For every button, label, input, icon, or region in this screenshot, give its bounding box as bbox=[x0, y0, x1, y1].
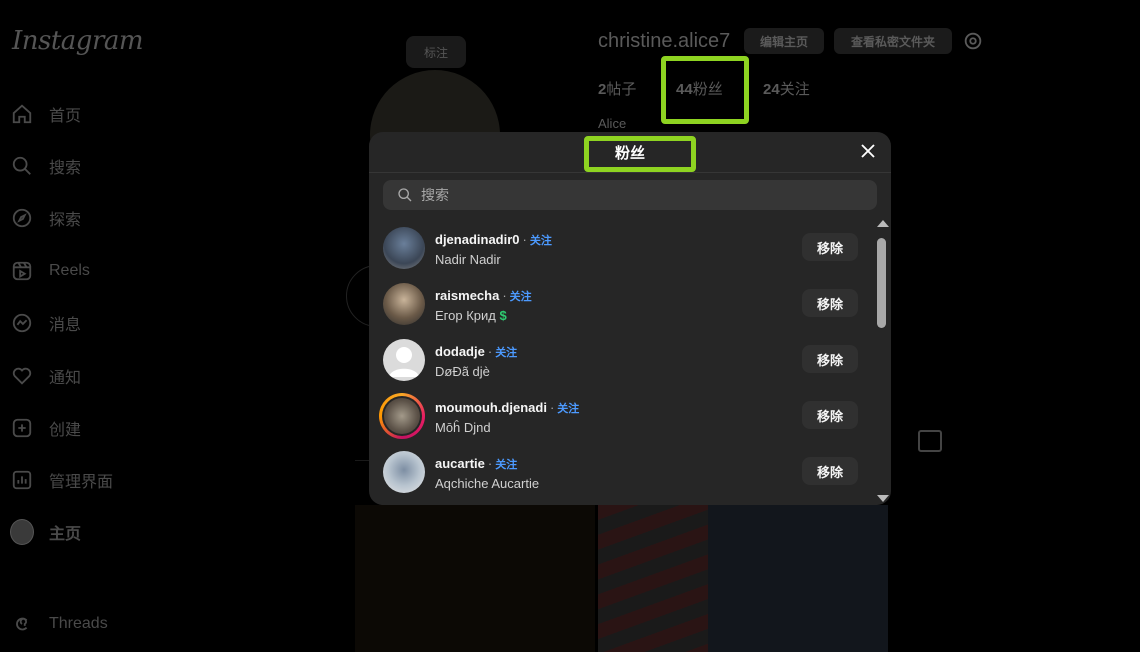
sidebar-item-home[interactable]: 首页 bbox=[10, 99, 81, 129]
follower-name: Егор Крид bbox=[435, 308, 496, 323]
home-icon bbox=[10, 102, 34, 126]
profile-note-bubble[interactable]: 标注 bbox=[406, 36, 466, 68]
scrollbar[interactable] bbox=[875, 220, 889, 502]
following-count[interactable]: 24关注 bbox=[763, 78, 810, 99]
gear-icon[interactable] bbox=[962, 30, 984, 52]
close-icon[interactable] bbox=[857, 140, 879, 162]
edit-profile-button[interactable]: 编辑主页 bbox=[744, 28, 824, 54]
dollar-emoji: $ bbox=[499, 308, 507, 323]
sidebar-item-label: Threads bbox=[49, 615, 108, 632]
list-item[interactable]: raismecha · 关注 Егор Крид $ 移除 bbox=[369, 276, 874, 332]
dashboard-icon bbox=[10, 468, 34, 492]
sidebar-item-label: 主页 bbox=[49, 526, 82, 543]
avatar[interactable] bbox=[383, 451, 425, 493]
sidebar-item-dashboard[interactable]: 管理界面 bbox=[10, 465, 113, 495]
list-item[interactable]: aucartie · 关注 Aqchiche Aucartie 移除 bbox=[369, 444, 874, 500]
avatar bbox=[10, 519, 34, 545]
followers-list: djenadinadir0 · 关注 Nadir Nadir 移除 raismech… bbox=[369, 220, 874, 500]
sidebar-item-label: 消息 bbox=[49, 317, 82, 334]
followers-dialog: 粉丝 djenadinadir0·关注 Nadir Nadir 移除 raism… bbox=[369, 132, 891, 505]
threads-icon bbox=[10, 612, 34, 636]
sidebar-item-profile[interactable]: 主页 bbox=[10, 517, 81, 547]
compass-icon bbox=[10, 206, 34, 230]
heart-icon bbox=[10, 364, 34, 388]
sidebar-item-label: 管理界面 bbox=[49, 474, 114, 491]
follower-name: DøĐã djè bbox=[435, 364, 490, 379]
sidebar-item-label: 探索 bbox=[49, 212, 82, 229]
follower-username[interactable]: dodadje bbox=[435, 344, 485, 359]
search-icon bbox=[10, 154, 34, 178]
sidebar-item-label: 通知 bbox=[49, 370, 82, 387]
follow-link[interactable]: 关注 bbox=[530, 235, 552, 247]
follow-link[interactable]: 关注 bbox=[557, 403, 579, 415]
search-icon bbox=[398, 188, 412, 202]
follower-username[interactable]: aucartie bbox=[435, 456, 485, 471]
follower-name: Nadir Nadir bbox=[435, 252, 501, 267]
tagged-tab-icon[interactable] bbox=[918, 430, 942, 452]
follower-username[interactable]: djenadinadir0 bbox=[435, 232, 520, 247]
sidebar-item-notifications[interactable]: 通知 bbox=[10, 361, 81, 391]
avatar bbox=[384, 398, 420, 434]
remove-button[interactable]: 移除 bbox=[802, 233, 858, 261]
remove-button[interactable]: 移除 bbox=[802, 457, 858, 485]
follow-link[interactable]: 关注 bbox=[495, 459, 517, 471]
story-ring-avatar[interactable] bbox=[379, 393, 425, 439]
avatar[interactable] bbox=[383, 283, 425, 325]
sidebar-item-label: 搜索 bbox=[49, 160, 82, 177]
messenger-icon bbox=[10, 311, 34, 335]
posts-count: 2帖子 bbox=[598, 81, 637, 98]
follower-username[interactable]: moumouh.djenadi bbox=[435, 400, 547, 415]
avatar[interactable] bbox=[383, 227, 425, 269]
sidebar-item-label: 首页 bbox=[49, 108, 82, 125]
highlight-followers-stat bbox=[661, 56, 749, 124]
search-field[interactable] bbox=[383, 180, 877, 210]
sidebar-item-explore[interactable]: 探索 bbox=[10, 203, 81, 233]
profile-username: christine.alice7 bbox=[598, 30, 731, 52]
remove-button[interactable]: 移除 bbox=[802, 401, 858, 429]
follower-username[interactable]: raismecha bbox=[435, 288, 499, 303]
sidebar: Instagram 首页 搜索 探索 Reels 消息 通知 创建 管理界面 主… bbox=[0, 0, 215, 652]
scroll-down-arrow-icon[interactable] bbox=[877, 495, 889, 502]
profile-full-name: Alice bbox=[598, 116, 627, 131]
search-input[interactable] bbox=[419, 186, 823, 204]
instagram-logo[interactable]: Instagram bbox=[12, 26, 144, 56]
highlight-dialog-title bbox=[584, 136, 696, 172]
plus-square-icon bbox=[10, 416, 34, 440]
sidebar-item-label: 创建 bbox=[49, 422, 82, 439]
sidebar-item-messages[interactable]: 消息 bbox=[10, 308, 81, 338]
reels-icon bbox=[10, 259, 34, 283]
list-item[interactable]: dodadje · 关注 DøĐã djè 移除 bbox=[369, 332, 874, 388]
view-archive-button[interactable]: 查看私密文件夹 bbox=[834, 28, 952, 54]
post-thumbnail[interactable] bbox=[355, 505, 595, 652]
sidebar-item-label: Reels bbox=[49, 262, 90, 279]
follow-link[interactable]: 关注 bbox=[510, 291, 532, 303]
scrollbar-thumb[interactable] bbox=[877, 238, 886, 328]
sidebar-item-reels[interactable]: Reels bbox=[10, 256, 90, 286]
list-item[interactable]: moumouh.djenadi · 关注 Mōĥ Djnd 移除 bbox=[369, 388, 874, 444]
sidebar-item-search[interactable]: 搜索 bbox=[10, 151, 81, 181]
follower-name: Mōĥ Djnd bbox=[435, 420, 491, 435]
default-avatar-icon[interactable] bbox=[383, 339, 425, 381]
sidebar-item-create[interactable]: 创建 bbox=[10, 413, 81, 443]
follower-name: Aqchiche Aucartie bbox=[435, 476, 540, 491]
sidebar-item-threads[interactable]: Threads bbox=[10, 609, 108, 639]
remove-button[interactable]: 移除 bbox=[802, 289, 858, 317]
follow-link[interactable]: 关注 bbox=[495, 347, 517, 359]
list-item[interactable]: djenadinadir0 · 关注 Nadir Nadir 移除 bbox=[369, 220, 874, 276]
post-image-flag bbox=[598, 505, 708, 652]
scroll-up-arrow-icon[interactable] bbox=[877, 220, 889, 227]
remove-button[interactable]: 移除 bbox=[802, 345, 858, 373]
